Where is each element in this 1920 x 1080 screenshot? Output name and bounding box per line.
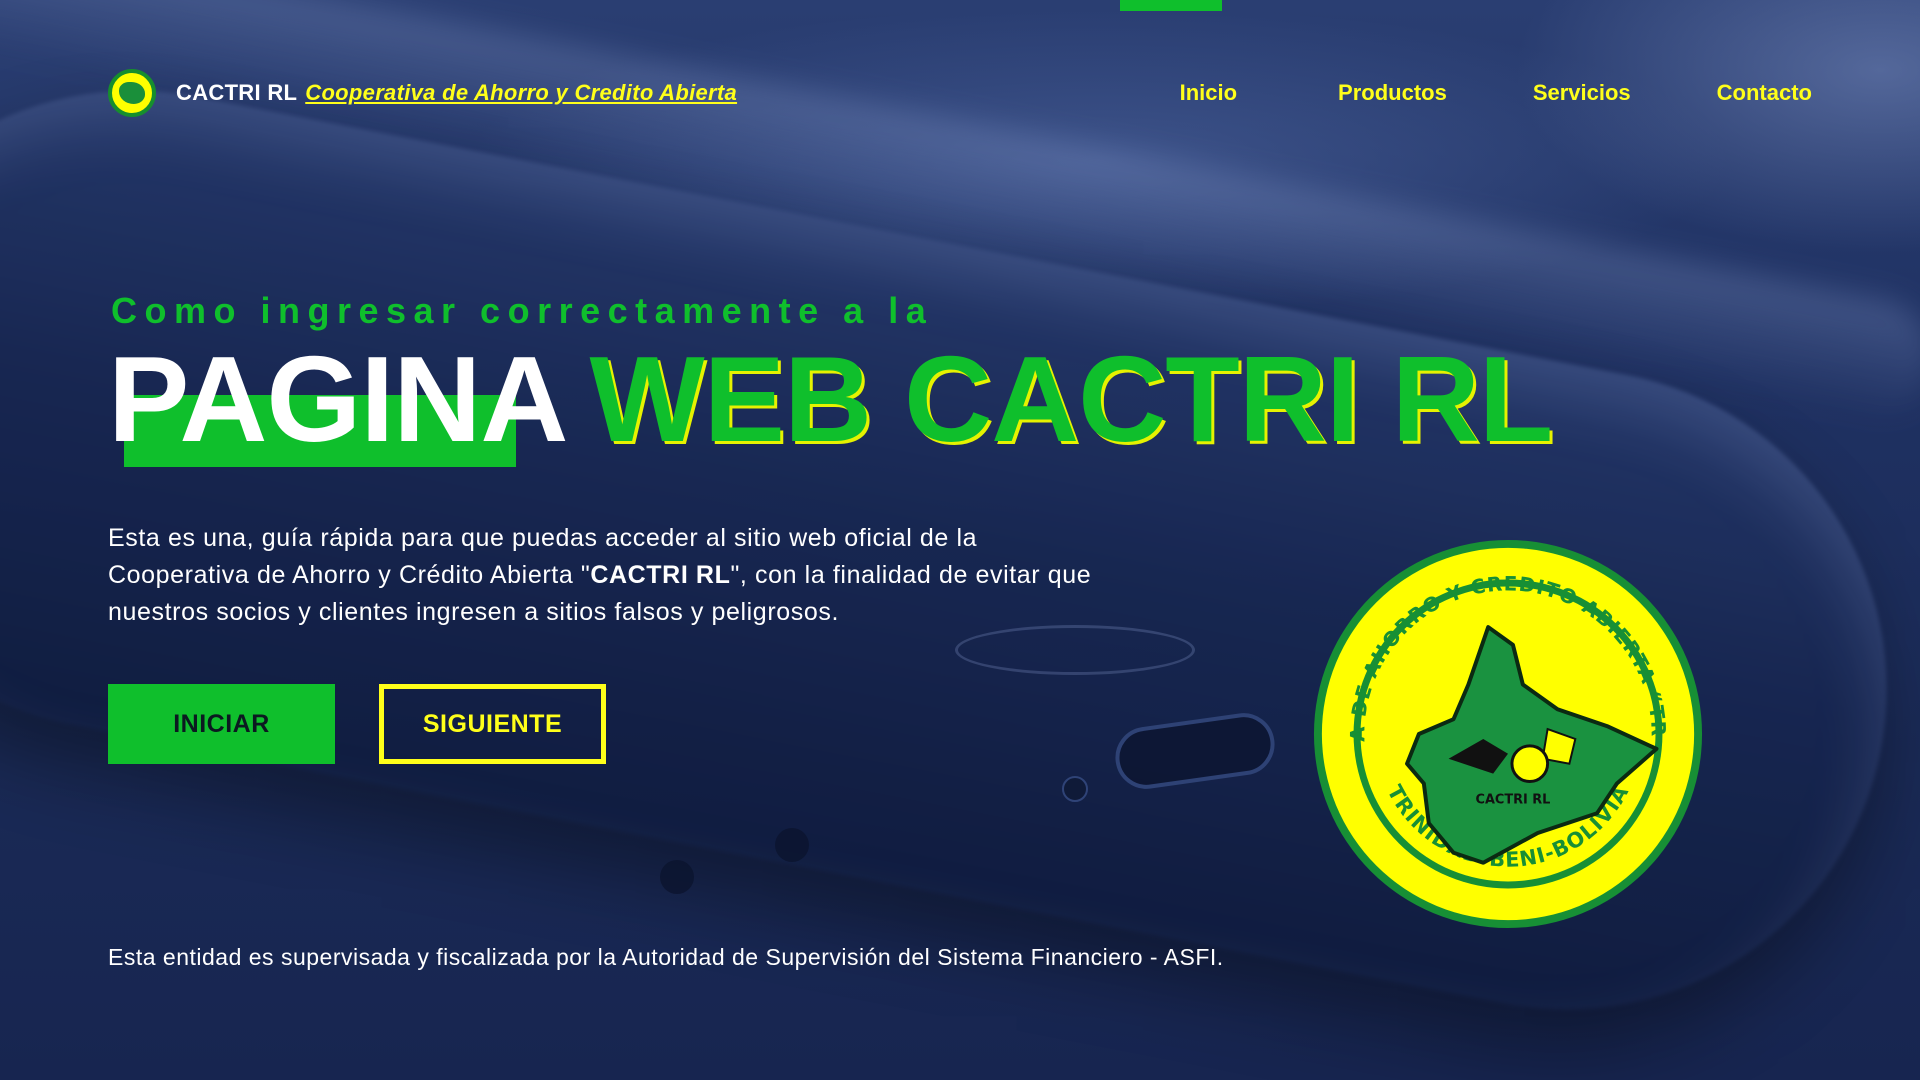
handshake-emblem	[1510, 744, 1550, 784]
brand-tagline-link[interactable]: Cooperativa de Ahorro y Credito Abierta	[305, 80, 737, 105]
site-header: CACTRI RL Cooperativa de Ahorro y Credito…	[108, 68, 1812, 118]
hero-kicker: Como ingresar correctamente a la	[111, 290, 934, 331]
headline-white-part: PAGINA	[108, 331, 568, 467]
hero-description: Esta es una, guía rápida para que puedas…	[108, 520, 1108, 631]
phone-home-button-shape	[955, 625, 1195, 675]
main-nav: Inicio Productos Servicios Contacto	[1180, 80, 1812, 106]
phone-speaker-hole	[775, 828, 809, 862]
nav-item-contacto[interactable]: Contacto	[1717, 80, 1812, 106]
iniciar-button[interactable]: INICIAR	[108, 684, 335, 764]
active-nav-indicator	[1120, 0, 1222, 11]
cactri-logo-icon	[108, 69, 156, 117]
brand-text: CACTRI RL Cooperativa de Ahorro y Credito…	[176, 80, 737, 106]
hero-headline: PAGINA WEB CACTRI RL	[108, 338, 1553, 460]
nav-item-servicios[interactable]: Servicios	[1533, 80, 1631, 106]
nav-item-productos[interactable]: Productos	[1338, 80, 1447, 106]
brand[interactable]: CACTRI RL Cooperativa de Ahorro y Credito…	[108, 69, 737, 117]
asfi-disclaimer: Esta entidad es supervisada y fiscalizad…	[108, 944, 1224, 970]
phone-screw	[1062, 776, 1088, 802]
brand-name: CACTRI RL	[176, 80, 298, 105]
phone-speaker-hole	[660, 860, 694, 894]
siguiente-button[interactable]: SIGUIENTE	[379, 684, 606, 764]
description-bold-brand: CACTRI RL	[590, 561, 731, 589]
cactri-seal-logo: COOPERATIVA DE AHORRO Y CREDITO ABIERTA …	[1310, 536, 1703, 929]
headline-green-part: WEB CACTRI RL	[589, 331, 1553, 467]
nav-item-inicio[interactable]: Inicio	[1180, 80, 1237, 106]
seal-center-text: CACTRI RL	[1476, 792, 1551, 807]
logo-map-shape	[119, 82, 145, 104]
